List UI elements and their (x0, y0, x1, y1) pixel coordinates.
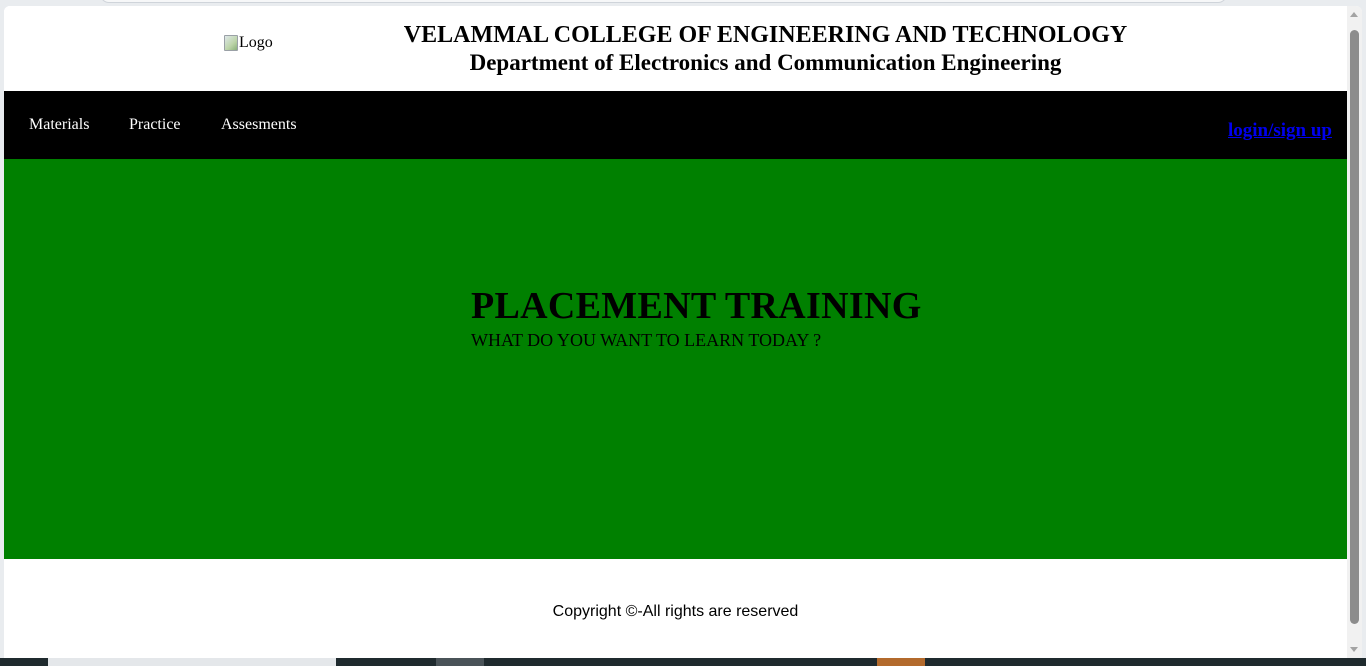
broken-image-icon (224, 35, 238, 51)
taskbar-app-icon[interactable] (877, 658, 925, 666)
browser-window: Logo VELAMMAL COLLEGE OF ENGINEERING AND… (4, 6, 1362, 658)
header-titles: VELAMMAL COLLEGE OF ENGINEERING AND TECH… (384, 21, 1147, 76)
login-signup-link[interactable]: login/sign up (1228, 120, 1332, 142)
browser-top-edge (100, 0, 1227, 3)
logo: Logo (224, 34, 273, 52)
site-header: Logo VELAMMAL COLLEGE OF ENGINEERING AND… (4, 6, 1347, 91)
nav-item-assessments[interactable]: Assesments (221, 116, 297, 134)
logo-alt-text: Logo (239, 34, 273, 51)
scroll-up-arrow-icon[interactable] (1350, 12, 1358, 17)
nav-item-practice[interactable]: Practice (129, 116, 181, 134)
hero-subtitle: WHAT DO YOU WANT TO LEARN TODAY ? (471, 330, 822, 350)
college-name: VELAMMAL COLLEGE OF ENGINEERING AND TECH… (403, 22, 1128, 48)
nav-item-materials[interactable]: Materials (29, 116, 89, 134)
department-name: Department of Electronics and Communicat… (469, 50, 1062, 75)
taskbar-app-icon[interactable] (436, 658, 484, 666)
hero-banner: PLACEMENT TRAINING WHAT DO YOU WANT TO L… (4, 159, 1347, 559)
scroll-down-arrow-icon[interactable] (1350, 647, 1358, 652)
site-footer: Copyright ©-All rights are reserved (4, 559, 1347, 658)
hero-title: PLACEMENT TRAINING (471, 285, 922, 327)
scrollbar-thumb[interactable] (1350, 30, 1359, 624)
main-navbar: Materials Practice Assesments login/sign… (4, 91, 1347, 159)
vertical-scrollbar[interactable] (1347, 6, 1362, 658)
page-content: Logo VELAMMAL COLLEGE OF ENGINEERING AND… (4, 6, 1347, 658)
taskbar-search-area[interactable] (48, 658, 336, 666)
copyright-text: Copyright ©-All rights are reserved (552, 603, 799, 620)
taskbar (0, 658, 1366, 666)
